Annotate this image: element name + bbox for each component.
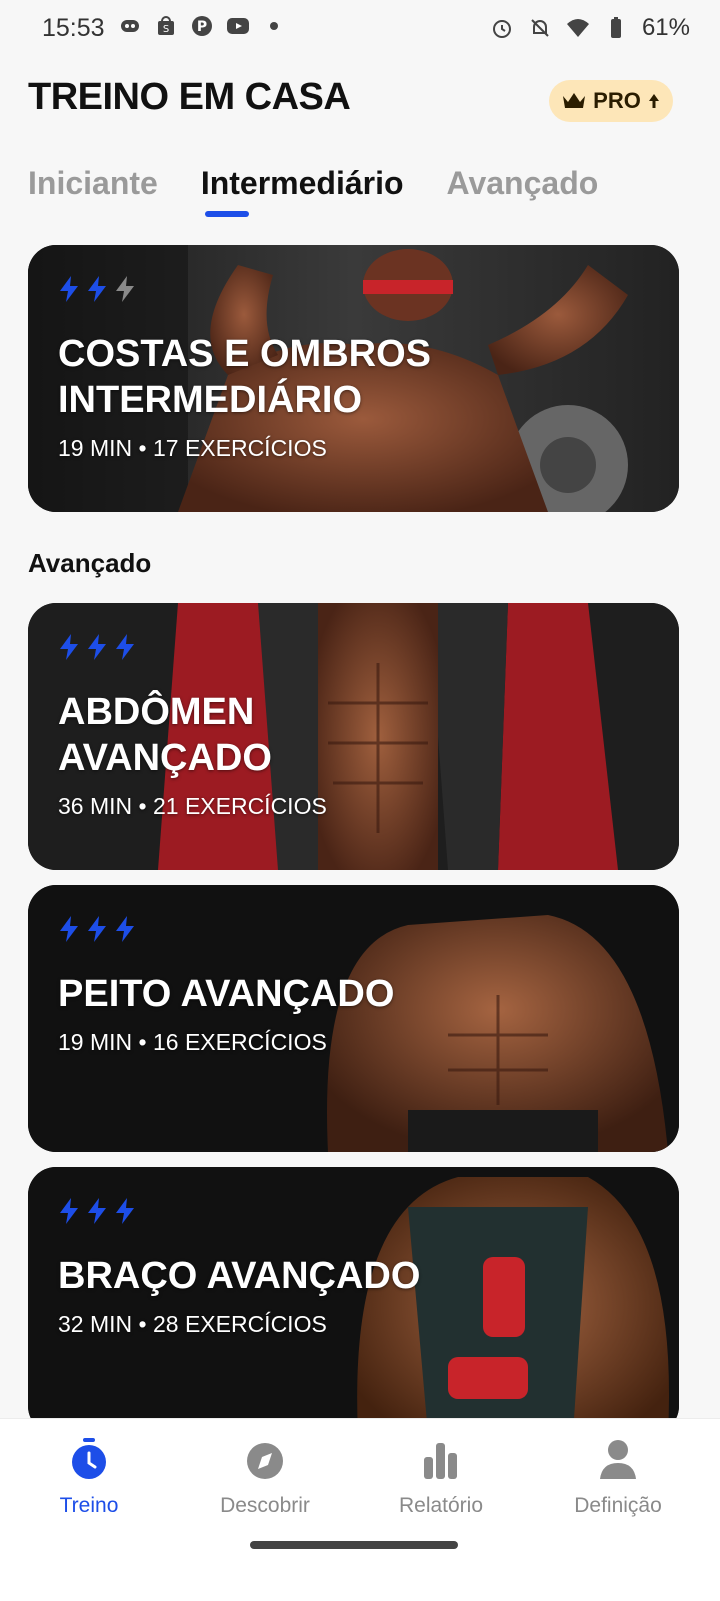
wifi-icon bbox=[566, 19, 589, 37]
workout-meta: 32 MIN • 28 EXERCÍCIOS bbox=[58, 1311, 327, 1337]
battery-percent: 61% bbox=[641, 14, 690, 41]
level-tabs: Iniciante Intermediário Avançado bbox=[28, 165, 598, 202]
crown-icon bbox=[563, 93, 586, 108]
workout-meta: 19 MIN • 17 EXERCÍCIOS bbox=[58, 435, 327, 461]
pinterest-icon: P bbox=[192, 16, 212, 36]
bar-chart-icon bbox=[424, 1443, 457, 1479]
profile-icon bbox=[600, 1440, 636, 1479]
nav-definicao[interactable]: Definição bbox=[533, 1437, 703, 1518]
mute-icon bbox=[531, 19, 549, 37]
tab-avancado[interactable]: Avançado bbox=[447, 165, 599, 202]
dot-icon bbox=[270, 22, 278, 30]
bottom-navigation: Treino Descobrir Relatório Definição bbox=[0, 1418, 720, 1601]
workout-meta: 19 MIN • 16 EXERCÍCIOS bbox=[58, 1029, 327, 1055]
bolt-icon bbox=[60, 634, 78, 660]
workout-card-peito[interactable]: PEITO AVANÇADO 19 MIN • 16 EXERCÍCIOS bbox=[28, 885, 679, 1152]
stopwatch-icon bbox=[72, 1438, 106, 1479]
section-title-avancado: Avançado bbox=[28, 548, 152, 578]
bolt-icon bbox=[116, 916, 134, 942]
svg-text:S: S bbox=[163, 24, 169, 35]
page-title: TREINO EM CASA bbox=[28, 76, 351, 118]
bolt-icon bbox=[116, 634, 134, 660]
shop-icon: S bbox=[158, 16, 174, 35]
intensity-indicator bbox=[58, 915, 136, 943]
workout-title: PEITO AVANÇADO bbox=[58, 973, 395, 1015]
nav-treino[interactable]: Treino bbox=[4, 1437, 174, 1518]
bolt-icon bbox=[116, 1198, 134, 1224]
alarm-icon bbox=[492, 20, 511, 38]
arrow-up-icon bbox=[648, 94, 659, 108]
tab-iniciante[interactable]: Iniciante bbox=[28, 165, 158, 202]
workout-card-abdomen[interactable]: ABDÔMEN AVANÇADO 36 MIN • 21 EXERCÍCIOS bbox=[28, 603, 679, 870]
workout-meta: 36 MIN • 21 EXERCÍCIOS bbox=[58, 793, 327, 819]
bolt-icon bbox=[60, 276, 78, 302]
tab-intermediario[interactable]: Intermediário bbox=[201, 165, 404, 202]
workout-card-costas[interactable]: COSTAS E OMBROS INTERMEDIÁRIO 19 MIN • 1… bbox=[28, 245, 679, 512]
pro-button[interactable]: PRO bbox=[549, 80, 673, 122]
intensity-indicator bbox=[58, 633, 136, 661]
bolt-icon bbox=[60, 916, 78, 942]
bolt-icon bbox=[60, 1198, 78, 1224]
workout-title: COSTAS E OMBROS INTERMEDIÁRIO bbox=[58, 333, 431, 421]
status-bar: 15:53 S P 61% bbox=[0, 0, 720, 56]
nav-descobrir[interactable]: Descobrir bbox=[180, 1437, 350, 1518]
intensity-indicator bbox=[58, 1197, 136, 1225]
active-tab-indicator bbox=[205, 211, 249, 217]
bolt-icon bbox=[88, 276, 106, 302]
youtube-icon bbox=[227, 18, 249, 34]
workout-title: BRAÇO AVANÇADO bbox=[58, 1255, 421, 1297]
bolt-icon bbox=[116, 276, 134, 302]
workout-title: ABDÔMEN AVANÇADO bbox=[58, 691, 272, 779]
compass-icon bbox=[247, 1443, 283, 1479]
svg-text:P: P bbox=[197, 19, 207, 35]
status-time: 15:53 bbox=[42, 14, 105, 42]
bolt-icon bbox=[88, 634, 106, 660]
intensity-indicator bbox=[58, 275, 136, 303]
workout-card-braco[interactable]: BRAÇO AVANÇADO 32 MIN • 28 EXERCÍCIOS bbox=[28, 1167, 679, 1434]
home-indicator[interactable] bbox=[250, 1541, 458, 1549]
discord-icon bbox=[121, 20, 139, 32]
bolt-icon bbox=[88, 916, 106, 942]
battery-icon bbox=[610, 17, 621, 38]
nav-relatorio[interactable]: Relatório bbox=[356, 1437, 526, 1518]
pro-label: PRO bbox=[593, 88, 641, 113]
bolt-icon bbox=[88, 1198, 106, 1224]
